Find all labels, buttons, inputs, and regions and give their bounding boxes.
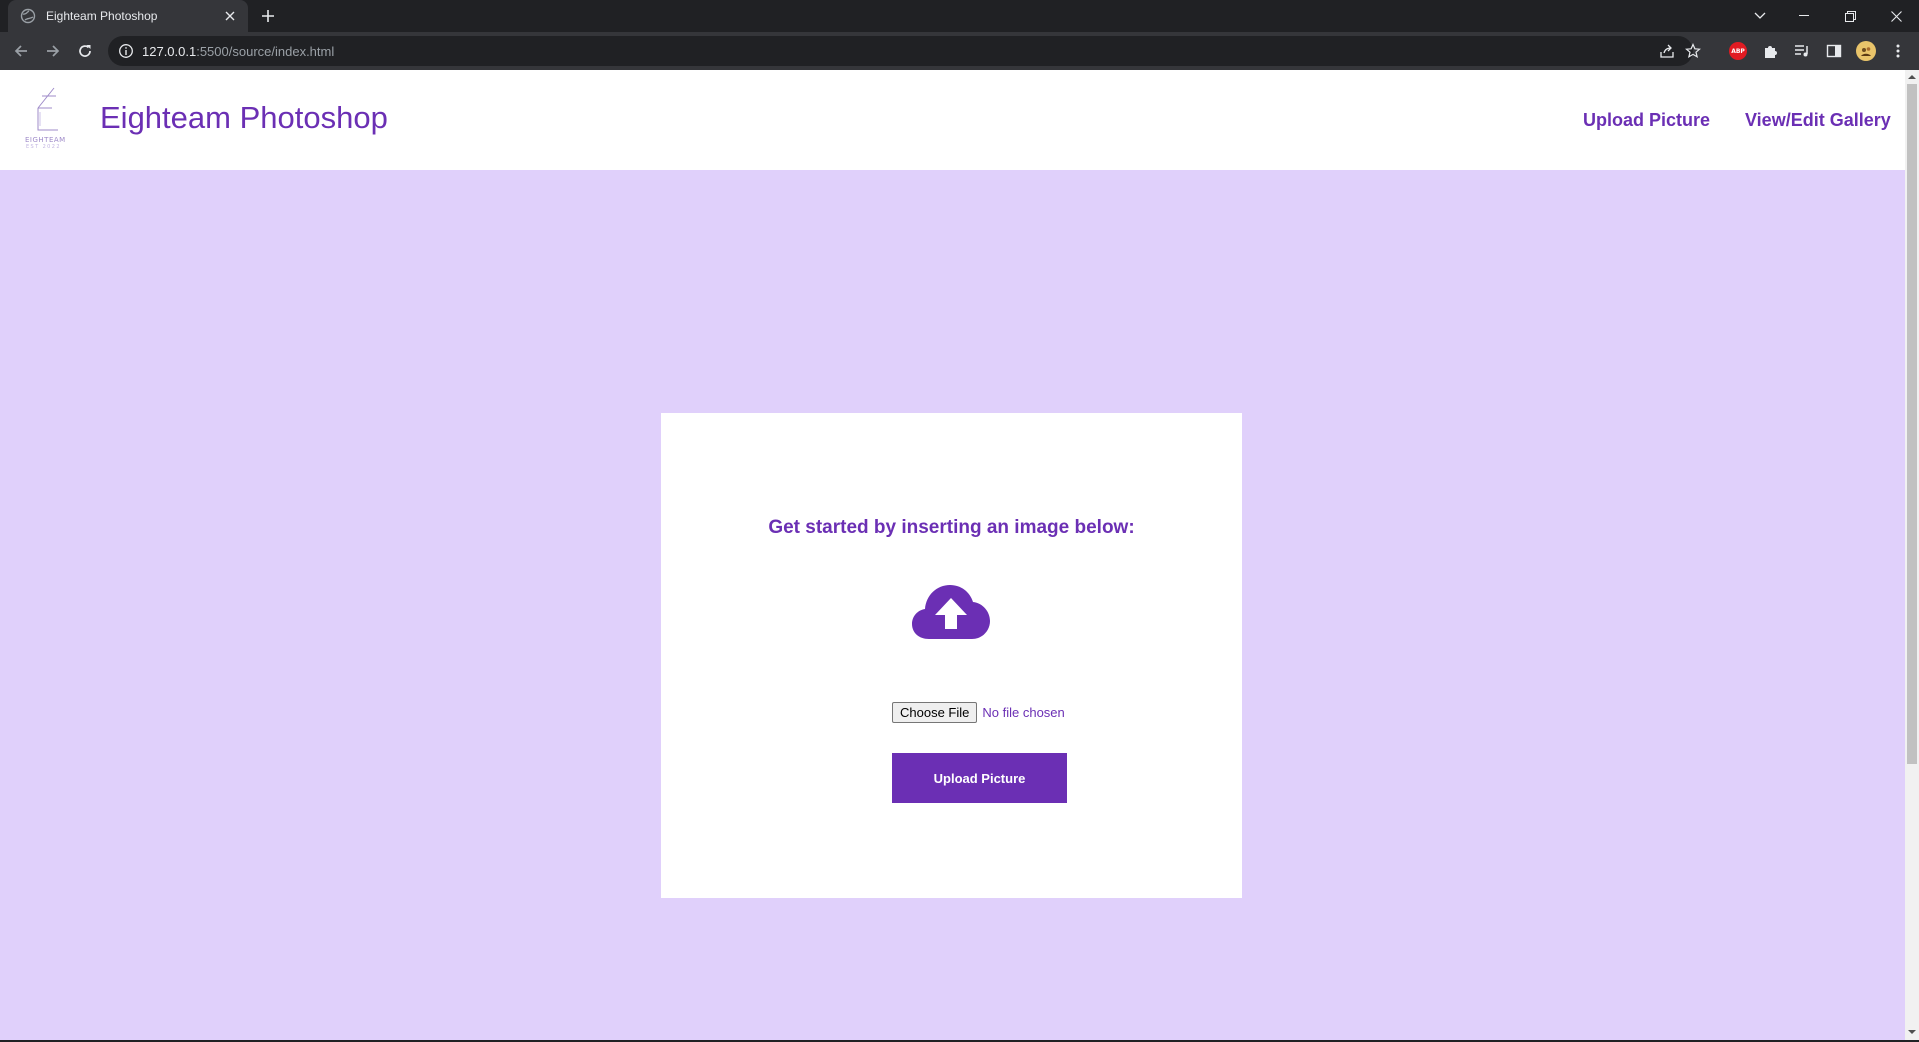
- page-viewport: EIGHTEAM EST 2022 Eighteam Photoshop Upl…: [0, 70, 1905, 1040]
- logo-est: EST 2022: [26, 144, 61, 150]
- site-title: Eighteam Photoshop: [100, 100, 388, 135]
- globe-icon: [20, 8, 36, 24]
- media-icon[interactable]: [1792, 41, 1812, 61]
- upload-picture-button[interactable]: Upload Picture: [892, 753, 1067, 803]
- profile-image: [1856, 41, 1876, 61]
- browser-toolbar: 127.0.0.1:5500/source/index.html ABP: [0, 32, 1919, 70]
- star-icon[interactable]: [1685, 43, 1701, 59]
- close-icon[interactable]: [222, 8, 238, 24]
- page-scrollbar[interactable]: [1905, 70, 1919, 1040]
- browser-tabstrip: Eighteam Photoshop: [0, 0, 1919, 32]
- site-logo[interactable]: EIGHTEAM EST 2022: [24, 86, 72, 152]
- site-header: EIGHTEAM EST 2022 Eighteam Photoshop Upl…: [0, 70, 1905, 170]
- scroll-down-icon[interactable]: [1908, 1028, 1916, 1036]
- profile-avatar[interactable]: [1856, 41, 1876, 61]
- forward-icon[interactable]: [41, 39, 65, 63]
- nav-view-edit-gallery[interactable]: View/Edit Gallery: [1745, 110, 1891, 131]
- tab-title: Eighteam Photoshop: [46, 9, 158, 23]
- url-path: :5500/source/index.html: [196, 44, 335, 59]
- puzzle-icon[interactable]: [1760, 41, 1780, 61]
- minimize-icon[interactable]: [1781, 0, 1827, 32]
- upload-card: Get started by inserting an image below:…: [661, 413, 1242, 898]
- browser-tab[interactable]: Eighteam Photoshop: [8, 0, 248, 32]
- logo-mark-icon: [37, 87, 58, 131]
- reload-icon[interactable]: [73, 39, 97, 63]
- choose-file-button[interactable]: Choose File: [892, 701, 978, 723]
- share-icon[interactable]: [1659, 43, 1675, 59]
- close-window-icon[interactable]: [1873, 0, 1919, 32]
- url-host: 127.0.0.1: [142, 44, 197, 59]
- more-icon[interactable]: [1888, 41, 1908, 61]
- logo-text: EIGHTEAM: [25, 136, 66, 144]
- scroll-up-icon[interactable]: [1908, 73, 1916, 81]
- file-input[interactable]: Choose File No file chosen: [892, 701, 1065, 723]
- back-icon[interactable]: [9, 39, 33, 63]
- cloud-upload-icon: [912, 585, 990, 639]
- file-status-text: No file chosen: [982, 704, 1065, 720]
- address-bar[interactable]: 127.0.0.1:5500/source/index.html: [108, 36, 1701, 66]
- adblock-icon[interactable]: ABP: [1728, 41, 1748, 61]
- sidepanel-icon[interactable]: [1824, 41, 1844, 61]
- plus-icon[interactable]: [258, 6, 278, 26]
- restore-icon[interactable]: [1827, 0, 1873, 32]
- info-icon[interactable]: [118, 43, 134, 59]
- upload-heading: Get started by inserting an image below:: [768, 517, 1135, 538]
- adblock-label: ABP: [1729, 42, 1747, 60]
- nav-upload-picture[interactable]: Upload Picture: [1583, 110, 1710, 131]
- chevron-down-icon[interactable]: [1737, 0, 1783, 32]
- url-text[interactable]: 127.0.0.1:5500/source/index.html: [142, 44, 334, 59]
- scroll-thumb[interactable]: [1907, 84, 1917, 764]
